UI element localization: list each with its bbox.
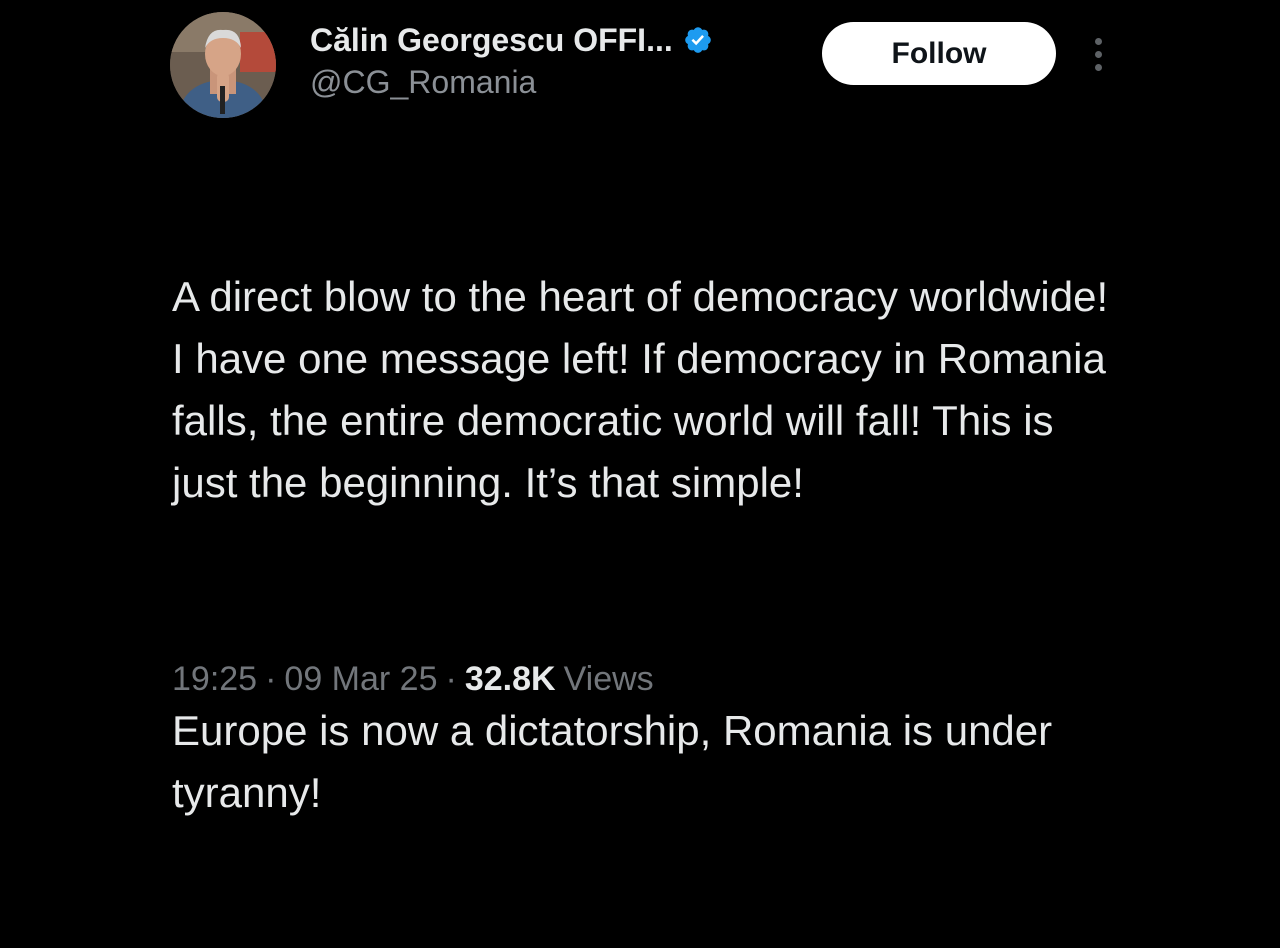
verified-badge-icon (684, 27, 711, 53)
more-vertical-icon (1095, 64, 1102, 71)
tweet-paragraph: Europe is now a dictatorship, Romania is… (172, 707, 1064, 816)
author-display-name[interactable]: Călin Georgescu OFFI... (310, 22, 673, 59)
views-count[interactable]: 32.8K (465, 660, 556, 699)
author-name-row[interactable]: Călin Georgescu OFFI... (310, 18, 713, 62)
author-avatar[interactable] (170, 12, 276, 118)
meta-separator: · (445, 660, 457, 698)
meta-separator: · (265, 660, 277, 698)
tweet-paragraph: A direct blow to the heart of democracy … (172, 273, 1120, 506)
more-vertical-icon (1095, 51, 1102, 58)
tweet-time[interactable]: 19:25 (172, 660, 257, 699)
tweet-text: A direct blow to the heart of democracy … (172, 142, 1112, 948)
more-options-button[interactable] (1086, 34, 1110, 74)
author-handle[interactable]: @CG_Romania (310, 64, 536, 101)
follow-button[interactable]: Follow (822, 22, 1056, 85)
tweet-date[interactable]: 09 Mar 25 (284, 660, 437, 699)
tweet-metadata: 19:25 · 09 Mar 25 · 32.8K Views (172, 660, 654, 699)
profile-photo-icon (170, 12, 276, 118)
tweet-card: Călin Georgescu OFFI... @CG_Romania Foll… (0, 0, 1280, 816)
views-label: Views (563, 660, 654, 698)
more-vertical-icon (1095, 38, 1102, 45)
